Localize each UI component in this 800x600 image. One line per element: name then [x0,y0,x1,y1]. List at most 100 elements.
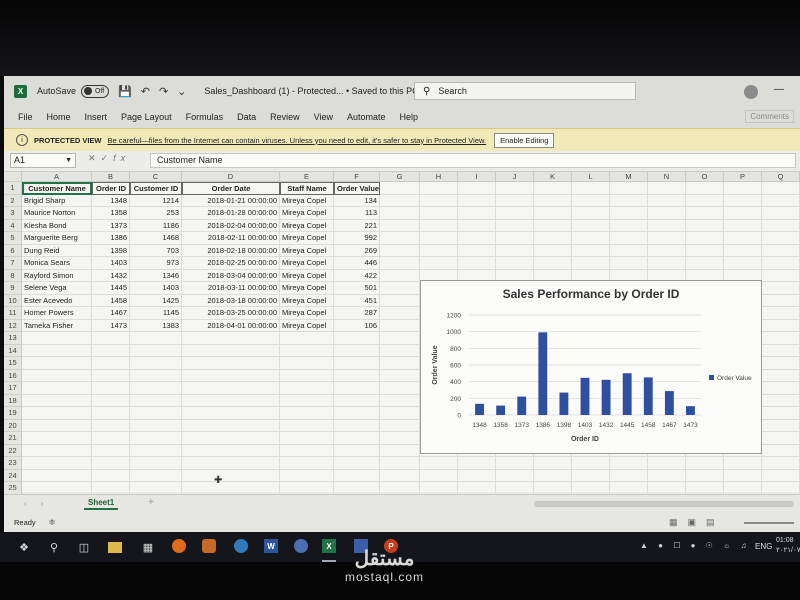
app-icon[interactable] [202,539,216,553]
empty-cell[interactable] [648,244,686,257]
file-explorer-icon[interactable] [108,542,122,553]
empty-cell[interactable] [380,319,420,332]
empty-cell[interactable] [280,457,334,470]
empty-cell[interactable] [130,369,182,382]
empty-cell[interactable] [724,457,762,470]
empty-cell[interactable] [762,332,800,345]
empty-cell[interactable] [496,457,534,470]
empty-cell[interactable] [572,219,610,232]
table-cell[interactable]: 2018-03-25 00:00:00 [182,307,280,320]
view-mode-icons[interactable]: ▦▣▤ [669,517,725,528]
empty-cell[interactable] [280,482,334,495]
empty-cell[interactable] [380,344,420,357]
table-cell[interactable]: 422 [334,269,380,282]
empty-cell[interactable] [182,369,280,382]
empty-cell[interactable] [610,469,648,482]
column-header[interactable]: A [22,172,92,182]
table-cell[interactable]: Rayford Simon [22,269,92,282]
menu-item-help[interactable]: Help [400,112,419,122]
empty-cell[interactable] [458,182,496,195]
empty-cell[interactable] [648,457,686,470]
empty-cell[interactable] [182,457,280,470]
empty-cell[interactable] [762,244,800,257]
empty-cell[interactable] [420,257,458,270]
empty-cell[interactable] [334,394,380,407]
empty-cell[interactable] [686,182,724,195]
row-header[interactable]: 16 [4,369,22,382]
empty-cell[interactable] [610,232,648,245]
table-cell[interactable]: 287 [334,307,380,320]
empty-cell[interactable] [380,282,420,295]
empty-cell[interactable] [686,207,724,220]
empty-cell[interactable] [22,394,92,407]
empty-cell[interactable] [334,419,380,432]
empty-cell[interactable] [534,219,572,232]
table-cell[interactable]: Mireya Copel [280,294,334,307]
table-cell[interactable]: 2018-03-18 00:00:00 [182,294,280,307]
empty-cell[interactable] [762,232,800,245]
empty-cell[interactable] [534,182,572,195]
empty-cell[interactable] [22,332,92,345]
browser-icon[interactable] [294,539,308,553]
store-icon[interactable]: ▦ [140,539,156,555]
formula-input[interactable]: Customer Name [150,153,796,168]
table-cell[interactable]: Brigid Sharp [22,194,92,207]
comments-button[interactable]: Comments [745,110,794,123]
empty-cell[interactable] [420,244,458,257]
empty-cell[interactable] [22,444,92,457]
empty-cell[interactable] [334,407,380,420]
empty-cell[interactable] [334,357,380,370]
empty-cell[interactable] [686,482,724,495]
empty-cell[interactable] [182,394,280,407]
empty-cell[interactable] [130,444,182,457]
empty-cell[interactable] [458,207,496,220]
empty-cell[interactable] [496,469,534,482]
empty-cell[interactable] [380,194,420,207]
empty-cell[interactable] [280,469,334,482]
empty-cell[interactable] [572,457,610,470]
empty-cell[interactable] [130,357,182,370]
table-cell[interactable]: 1467 [92,307,130,320]
empty-cell[interactable] [724,219,762,232]
empty-cell[interactable] [22,357,92,370]
table-cell[interactable]: Mireya Copel [280,257,334,270]
empty-cell[interactable] [610,457,648,470]
empty-cell[interactable] [182,407,280,420]
table-cell[interactable]: 113 [334,207,380,220]
menu-item-page-layout[interactable]: Page Layout [121,112,172,122]
empty-cell[interactable] [280,407,334,420]
column-header[interactable]: L [572,172,610,182]
table-cell[interactable]: 1403 [92,257,130,270]
empty-cell[interactable] [22,407,92,420]
empty-cell[interactable] [762,257,800,270]
empty-cell[interactable] [92,332,130,345]
menu-item-data[interactable]: Data [237,112,256,122]
empty-cell[interactable] [92,419,130,432]
save-icon[interactable]: 💾 [118,85,132,98]
empty-cell[interactable] [380,257,420,270]
zoom-slider[interactable] [744,522,794,524]
empty-cell[interactable] [648,482,686,495]
empty-cell[interactable] [648,257,686,270]
empty-cell[interactable] [182,332,280,345]
empty-cell[interactable] [380,207,420,220]
empty-cell[interactable] [724,244,762,257]
empty-cell[interactable] [380,469,420,482]
redo-icon[interactable]: ↷ [159,85,168,98]
empty-cell[interactable] [648,182,686,195]
empty-cell[interactable] [182,482,280,495]
table-cell[interactable]: Dung Reid [22,244,92,257]
empty-cell[interactable] [458,469,496,482]
empty-cell[interactable] [762,457,800,470]
empty-cell[interactable] [22,369,92,382]
empty-cell[interactable] [92,482,130,495]
protected-view-message[interactable]: Be careful—files from the Internet can c… [108,136,487,145]
empty-cell[interactable] [92,357,130,370]
empty-cell[interactable] [762,482,800,495]
empty-cell[interactable] [130,332,182,345]
chrome-icon[interactable] [234,539,248,553]
table-cell[interactable]: 446 [334,257,380,270]
empty-cell[interactable] [572,244,610,257]
column-header[interactable]: Q [762,172,800,182]
column-header[interactable]: N [648,172,686,182]
